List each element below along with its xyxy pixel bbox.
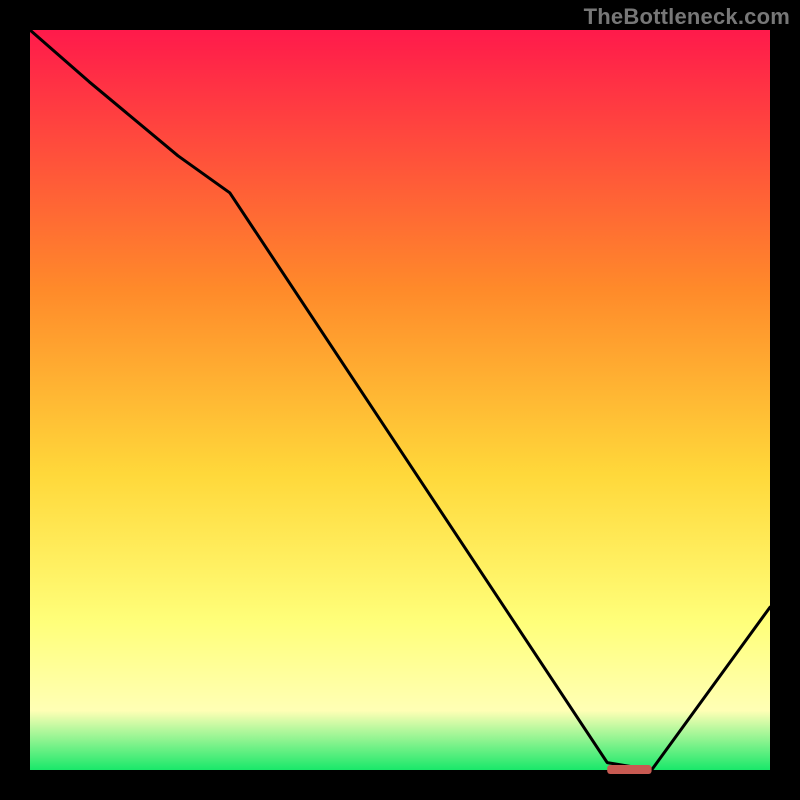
chart-svg — [0, 0, 800, 800]
chart-container: TheBottleneck.com — [0, 0, 800, 800]
plot-background — [30, 30, 770, 770]
watermark-text: TheBottleneck.com — [584, 4, 790, 30]
optimal-range-marker — [607, 765, 651, 774]
